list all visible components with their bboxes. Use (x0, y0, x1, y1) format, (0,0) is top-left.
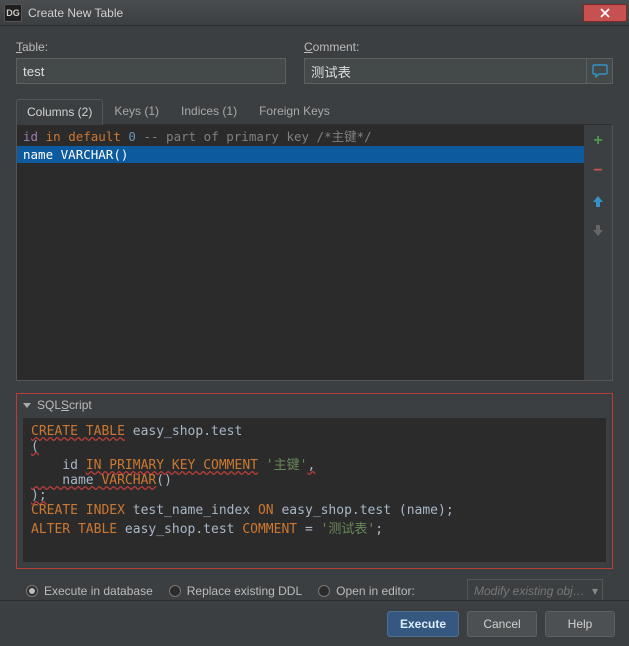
remove-column-button[interactable]: − (588, 161, 608, 181)
radio-icon (26, 585, 38, 597)
execute-button[interactable]: Execute (387, 611, 459, 637)
radio-replace-ddl[interactable]: Replace existing DDL (169, 584, 302, 598)
tab-indices[interactable]: Indices (1) (170, 98, 248, 124)
move-up-button[interactable] (588, 191, 608, 211)
arrow-up-icon (591, 194, 605, 208)
app-icon: DG (4, 4, 22, 22)
sql-script-area[interactable]: CREATE TABLE easy_shop.test ( id IN PRIM… (23, 418, 606, 562)
table-label: Table: (16, 40, 286, 54)
tab-columns[interactable]: Columns (2) (16, 99, 103, 125)
tab-keys[interactable]: Keys (1) (103, 98, 170, 124)
column-row-id[interactable]: id in default 0 -- part of primary key /… (17, 125, 584, 146)
comment-expand-button[interactable] (587, 58, 613, 84)
window-title: Create New Table (28, 6, 583, 20)
collapse-icon (23, 403, 31, 408)
comment-input[interactable] (304, 58, 587, 84)
sql-script-header[interactable]: SQL Script (17, 394, 612, 416)
add-column-button[interactable]: + (588, 131, 608, 151)
help-button[interactable]: Help (545, 611, 615, 637)
cancel-button[interactable]: Cancel (467, 611, 537, 637)
close-button[interactable] (583, 4, 627, 22)
chevron-down-icon: ▾ (592, 584, 598, 598)
columns-list[interactable]: id in default 0 -- part of primary key /… (17, 125, 584, 380)
radio-icon (318, 585, 330, 597)
radio-open-editor[interactable]: Open in editor: (318, 584, 415, 598)
comment-label: Comment: (304, 40, 613, 54)
arrow-down-icon (591, 224, 605, 238)
radio-execute-db[interactable]: Execute in database (26, 584, 153, 598)
column-row-name[interactable]: name VARCHAR() (17, 146, 584, 163)
table-name-input[interactable] (16, 58, 286, 84)
tab-foreign-keys[interactable]: Foreign Keys (248, 98, 341, 124)
speech-bubble-icon (592, 64, 608, 78)
move-down-button[interactable] (588, 221, 608, 241)
radio-icon (169, 585, 181, 597)
